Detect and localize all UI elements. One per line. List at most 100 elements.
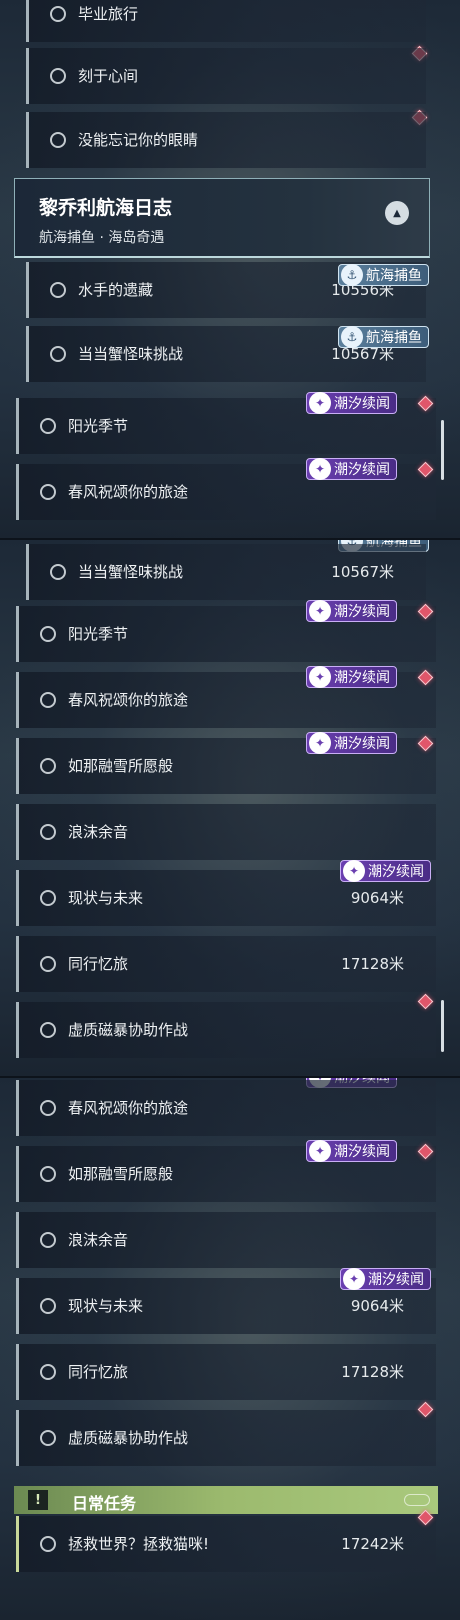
quest-status-circle-icon	[50, 132, 66, 148]
quest-item[interactable]: 同行忆旅 17128米	[16, 1344, 436, 1400]
quest-accent-bar	[16, 1344, 19, 1400]
badge-label: 潮汐续闻	[368, 864, 424, 880]
quest-status-circle-icon	[40, 626, 56, 642]
tide-badge: ✦ 潮汐续闻	[306, 392, 397, 414]
tide-badge: ✦ 潮汐续闻	[306, 600, 397, 622]
quest-distance: 9064米	[350, 889, 404, 907]
quest-item[interactable]: 浪沫余音	[16, 1212, 436, 1268]
quest-accent-bar	[16, 672, 19, 728]
quest-item[interactable]: 拯救世界？拯救猫咪! 17242米	[16, 1516, 436, 1572]
tide-swirl-icon: ✦	[309, 1140, 331, 1162]
quest-item[interactable]: 当当蟹怪味挑战 10567米	[26, 544, 426, 600]
quest-accent-bar	[16, 936, 19, 992]
quest-status-circle-icon	[40, 1232, 56, 1248]
quest-accent-bar	[16, 870, 19, 926]
badge-label: 潮汐续闻	[334, 396, 390, 412]
quest-list-panel-2: ⚓ 航海捕鱼 当当蟹怪味挑战 10567米 阳光季节 ✦ 潮汐续闻 春风祝颂你的…	[0, 540, 460, 1078]
quest-title: 现状与未来	[68, 889, 144, 907]
quest-accent-bar	[16, 1146, 19, 1202]
quest-accent-bar	[16, 804, 19, 860]
quest-title: 阳光季节	[68, 625, 129, 643]
quest-title: 如那融雪所愿般	[68, 757, 174, 775]
quest-title: 毕业旅行	[78, 5, 139, 23]
quest-item[interactable]: 春风祝颂你的旅途	[16, 1080, 436, 1136]
quest-status-circle-icon	[40, 824, 56, 840]
quest-accent-bar	[26, 326, 29, 382]
quest-item[interactable]: 毕业旅行	[26, 0, 426, 42]
badge-label: 潮汐续闻	[334, 462, 390, 478]
quest-status-circle-icon	[40, 1430, 56, 1446]
quest-title: 刻于心间	[78, 67, 139, 85]
daily-tasks-header[interactable]: ! 日常任务	[14, 1486, 438, 1514]
quest-title: 水手的遗藏	[78, 281, 154, 299]
badge-label: 潮汐续闻	[334, 670, 390, 686]
badge-label: 潮汐续闻	[334, 1144, 390, 1160]
quest-distance: 10567米	[331, 563, 394, 581]
quest-distance: 17128米	[341, 955, 404, 973]
quest-accent-bar	[16, 738, 19, 794]
anchor-icon: ⚓	[341, 264, 363, 286]
quest-item[interactable]: 同行忆旅 17128米	[16, 936, 436, 992]
tide-badge: ✦ 潮汐续闻	[306, 666, 397, 688]
quest-accent-bar	[26, 48, 29, 104]
quest-title: 春风祝颂你的旅途	[68, 691, 189, 709]
quest-item[interactable]: 没能忘记你的眼睛	[26, 112, 426, 168]
quest-status-circle-icon	[40, 890, 56, 906]
badge-label: 潮汐续闻	[368, 1272, 424, 1288]
header-decoration-icon	[404, 1494, 430, 1506]
tide-badge: ✦ 潮汐续闻	[340, 1268, 431, 1290]
quest-list-panel-1: 毕业旅行 刻于心间 没能忘记你的眼睛 黎乔利航海日志 航海捕鱼 · 海岛奇遇 ▲…	[0, 0, 460, 540]
scrollbar-thumb[interactable]	[441, 420, 444, 480]
quest-group-subtitle: 航海捕鱼 · 海岛奇遇	[39, 230, 165, 246]
quest-title: 当当蟹怪味挑战	[78, 563, 184, 581]
quest-distance: 17242米	[341, 1535, 404, 1553]
quest-item[interactable]: 虚质磁暴协助作战	[16, 1002, 436, 1058]
tide-swirl-icon: ✦	[343, 860, 365, 882]
quest-item[interactable]: 虚质磁暴协助作战	[16, 1410, 436, 1466]
quest-status-circle-icon	[40, 692, 56, 708]
quest-title: 浪沫余音	[68, 1231, 129, 1249]
fishing-badge: ⚓ 航海捕鱼	[338, 264, 429, 286]
quest-status-circle-icon	[40, 1298, 56, 1314]
quest-title: 同行忆旅	[68, 1363, 129, 1381]
fishing-badge: ⚓ 航海捕鱼	[338, 326, 429, 348]
tide-badge: ✦ 潮汐续闻	[306, 458, 397, 480]
quest-status-circle-icon	[40, 1100, 56, 1116]
quest-title: 虚质磁暴协助作战	[68, 1021, 189, 1039]
quest-title: 同行忆旅	[68, 955, 129, 973]
tide-swirl-icon: ✦	[309, 458, 331, 480]
quest-title: 现状与未来	[68, 1297, 144, 1315]
quest-title: 没能忘记你的眼睛	[78, 131, 199, 149]
quest-item[interactable]: 刻于心间	[26, 48, 426, 104]
collapse-toggle-icon[interactable]: ▲	[385, 201, 409, 225]
quest-status-circle-icon	[50, 564, 66, 580]
quest-status-circle-icon	[40, 484, 56, 500]
quest-status-circle-icon	[40, 956, 56, 972]
quest-title: 春风祝颂你的旅途	[68, 1099, 189, 1117]
quest-title: 浪沫余音	[68, 823, 129, 841]
badge-label: 潮汐续闻	[334, 604, 390, 620]
quest-status-circle-icon	[40, 1022, 56, 1038]
daily-tasks-label: 日常任务	[72, 1494, 137, 1513]
quest-accent-bar	[16, 398, 19, 454]
quest-accent-bar	[16, 1212, 19, 1268]
badge-label: 潮汐续闻	[334, 736, 390, 752]
quest-group-header[interactable]: 黎乔利航海日志 航海捕鱼 · 海岛奇遇 ▲	[14, 178, 430, 258]
exclamation-icon: !	[28, 1490, 48, 1510]
quest-item[interactable]: 浪沫余音	[16, 804, 436, 860]
quest-accent-bar	[26, 262, 29, 318]
quest-status-circle-icon	[40, 758, 56, 774]
tide-swirl-icon: ✦	[343, 1268, 365, 1290]
quest-status-circle-icon	[50, 6, 66, 22]
quest-status-circle-icon	[40, 1364, 56, 1380]
quest-title: 拯救世界？拯救猫咪!	[68, 1535, 210, 1553]
quest-accent-bar	[26, 0, 29, 42]
quest-title: 春风祝颂你的旅途	[68, 483, 189, 501]
tide-badge: ✦ 潮汐续闻	[306, 732, 397, 754]
quest-status-circle-icon	[40, 1536, 56, 1552]
tide-swirl-icon: ✦	[309, 600, 331, 622]
quest-accent-bar	[16, 1410, 19, 1466]
tide-badge: ✦ 潮汐续闻	[306, 1140, 397, 1162]
quest-accent-bar	[16, 1080, 19, 1136]
scrollbar-thumb[interactable]	[441, 1000, 444, 1052]
